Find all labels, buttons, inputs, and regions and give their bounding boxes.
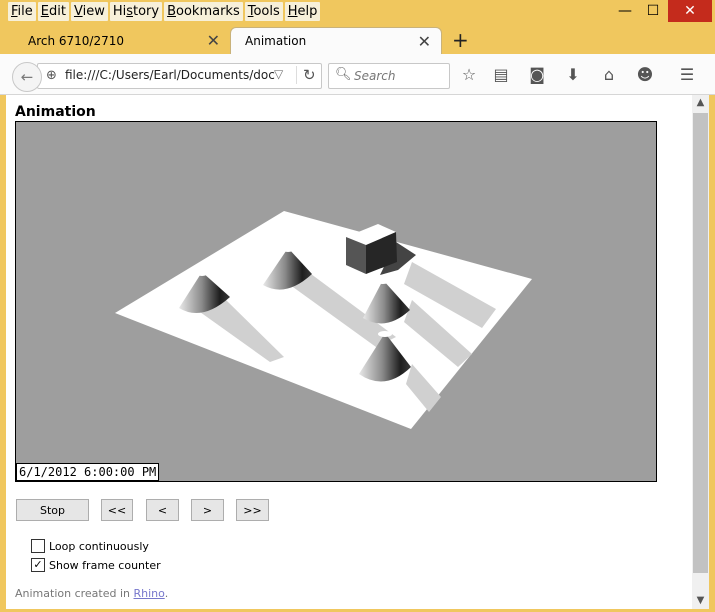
rhino-link[interactable]: Rhino [134,587,165,600]
title-bar: File Edit View History Bookmarks Tools H… [0,0,715,24]
menu-icon[interactable]: ☰ [677,65,697,84]
cone-tip [282,246,294,252]
new-tab-button[interactable]: + [452,28,469,52]
stop-button[interactable]: Stop [16,499,89,521]
next-frame-button[interactable]: > [191,499,224,521]
first-frame-button[interactable]: << [101,499,133,521]
frame-counter: 6/1/2012 6:00:00 PM [16,463,160,481]
page-content: Animation 6/1/2012 6:00:00 PM Stop << < … [6,95,692,609]
scroll-down-icon[interactable]: ▼ [692,593,709,609]
loop-label: Loop continuously [49,539,149,553]
reading-list-icon[interactable]: ▤ [491,65,511,84]
menu-bar: File Edit View History Bookmarks Tools H… [8,2,322,21]
footer-text: Animation created in [15,587,134,600]
back-button[interactable]: ← [12,62,42,92]
url-text[interactable]: file:///C:/Users/Earl/Documents/docs/ [65,68,275,82]
search-input[interactable]: 🔍︎ Search [328,63,450,89]
reload-icon[interactable]: ↻ [296,66,316,84]
globe-icon: ⊕ [46,68,57,83]
maximize-button[interactable]: ☐ [637,0,669,22]
history-dropdown-icon[interactable]: ▽ [274,67,283,81]
download-icon[interactable]: ⬇ [563,65,583,84]
page-title: Animation [15,104,96,120]
previous-frame-button[interactable]: < [146,499,179,521]
cone-tip [196,270,208,276]
last-frame-button[interactable]: >> [236,499,269,521]
tab-animation[interactable]: Animation ✕ [230,27,442,54]
tab-label: Animation [245,34,307,48]
menu-history[interactable]: History [109,2,163,21]
menu-tools[interactable]: Tools [244,2,283,21]
loop-checkbox[interactable] [31,539,45,553]
search-placeholder: Search [354,69,396,83]
footer-period: . [164,587,169,600]
url-bar[interactable]: ⊕ file:///C:/Users/Earl/Documents/docs/ … [37,63,322,89]
tab-arch[interactable]: Arch 6710/2710 ✕ [14,27,230,54]
animation-viewport: 6/1/2012 6:00:00 PM [15,121,657,482]
footer-note: Animation created in Rhino. [15,587,168,600]
scroll-up-icon[interactable]: ▲ [692,95,709,111]
scroll-thumb[interactable] [693,113,708,573]
rendered-scene [115,211,532,429]
menu-bookmarks[interactable]: Bookmarks [164,2,243,21]
menu-help[interactable]: Help [284,2,321,21]
smiley-icon[interactable]: ☻ [635,65,655,84]
tab-bar: Arch 6710/2710 ✕ Animation ✕ [0,24,715,54]
cone-tip [378,331,392,337]
close-window-button[interactable]: ✕ [668,0,712,22]
menu-view[interactable]: View [70,2,108,21]
cone-tip [376,278,390,284]
loop-option: Loop continuously [31,539,149,553]
close-tab-icon[interactable]: ✕ [418,32,431,51]
close-tab-icon[interactable]: ✕ [207,31,220,50]
pocket-icon[interactable]: ◙ [527,65,547,84]
frame-counter-label: Show frame counter [49,558,161,572]
frame-counter-checkbox[interactable]: ✓ [31,558,45,572]
frame-counter-option: ✓ Show frame counter [31,558,161,572]
vertical-scrollbar[interactable]: ▲ ▼ [692,95,709,609]
menu-file[interactable]: File [8,2,36,21]
search-icon: 🔍︎ [335,67,352,82]
star-icon[interactable]: ☆ [459,65,479,84]
home-icon[interactable]: ⌂ [599,65,619,84]
tab-label: Arch 6710/2710 [28,33,125,48]
menu-edit[interactable]: Edit [37,2,69,21]
